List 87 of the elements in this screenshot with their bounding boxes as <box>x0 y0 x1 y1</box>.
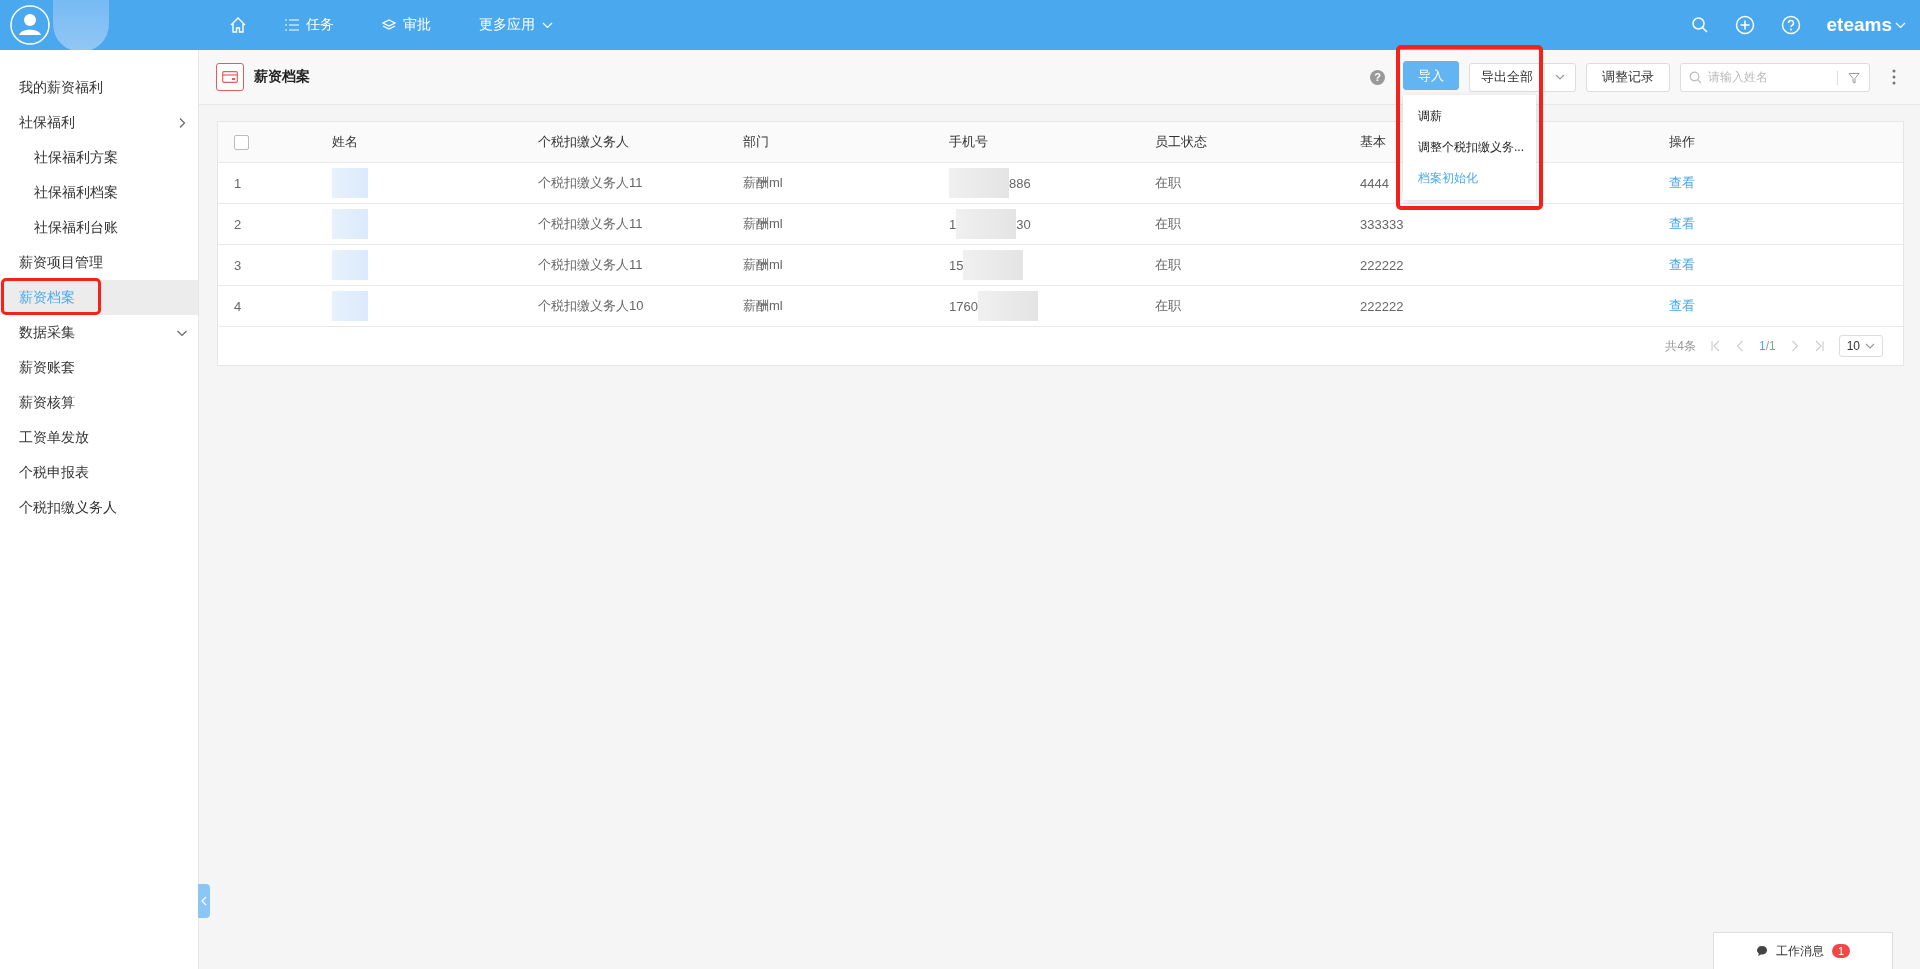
column-header: 基本 <box>1360 133 1386 151</box>
avatar-icon[interactable] <box>10 5 50 45</box>
sidebar-item[interactable]: 社保福利 <box>0 105 198 140</box>
table-cell: 个税扣缴义务人11 <box>538 215 643 233</box>
row-number: 4 <box>233 297 243 316</box>
sidebar-item[interactable]: 数据采集 <box>0 315 198 350</box>
search-icon[interactable] <box>1690 16 1709 34</box>
menu-item[interactable]: 调薪 <box>1403 101 1536 132</box>
table-cell: 在职 <box>1155 215 1181 233</box>
sidebar-item[interactable]: 个税扣缴义务人 <box>0 490 198 525</box>
row-number: 3 <box>233 256 243 275</box>
page-title: 薪资档案 <box>254 68 310 86</box>
adjust-record-button[interactable]: 调整记录 <box>1586 62 1670 92</box>
sidebar-item[interactable]: 薪资账套 <box>0 350 198 385</box>
column-header: 部门 <box>743 133 769 151</box>
column-header: 手机号 <box>949 133 988 151</box>
table-cell: 薪酬ml <box>743 215 783 233</box>
total-count: 共4条 <box>1665 337 1696 355</box>
blurred-phone <box>963 250 1024 280</box>
table-cell: 1 <box>949 216 957 232</box>
export-button[interactable]: 导出全部 <box>1470 63 1545 91</box>
sidebar-item[interactable]: 我的薪资福利 <box>0 70 198 105</box>
blurred-name <box>332 168 368 198</box>
table-cell: 222222 <box>1360 257 1404 273</box>
blurred-phone <box>956 209 1017 239</box>
blurred-phone <box>949 168 1009 198</box>
table-cell: 在职 <box>1155 174 1181 192</box>
blurred-phone <box>977 291 1038 321</box>
message-label: 工作消息 <box>1775 942 1824 960</box>
table-cell: 薪酬ml <box>743 256 783 274</box>
home-icon[interactable] <box>229 16 247 34</box>
table-cell: 222222 <box>1360 298 1404 314</box>
wallet-icon <box>216 63 244 91</box>
table-cell: 333333 <box>1360 216 1404 232</box>
table-cell: 在职 <box>1155 297 1181 315</box>
column-header: 操作 <box>1669 133 1695 151</box>
table-cell: 在职 <box>1155 256 1181 274</box>
chevron-down-icon <box>542 21 553 29</box>
blurred-name <box>332 250 368 280</box>
column-header: 个税扣缴义务人 <box>538 133 629 151</box>
sidebar-item[interactable]: 薪资项目管理 <box>0 245 198 280</box>
chevron-down-icon <box>1895 21 1906 29</box>
page-size-select[interactable]: 10 <box>1838 335 1883 357</box>
sidebar-subitem[interactable]: 社保福利方案 <box>0 140 198 175</box>
help-icon[interactable] <box>1780 15 1801 35</box>
message-bar[interactable]: 工作消息 1 <box>1713 932 1893 969</box>
last-page-icon[interactable] <box>1813 340 1824 352</box>
search-field[interactable]: 请输入姓名 <box>1680 62 1870 92</box>
search-icon <box>1689 70 1702 84</box>
page-indicator: 1/1 <box>1758 339 1776 353</box>
add-icon[interactable] <box>1734 15 1755 35</box>
sidebar-subitem[interactable]: 社保福利台账 <box>0 210 198 245</box>
sidebar-item[interactable]: 个税申报表 <box>0 455 198 490</box>
sidebar-subitem[interactable]: 社保福利档案 <box>0 175 198 210</box>
unread-count: 1 <box>1831 944 1851 958</box>
more-icon[interactable] <box>1892 69 1896 85</box>
row-number: 2 <box>233 215 243 234</box>
table-cell: 个税扣缴义务人11 <box>538 256 643 274</box>
row-number: 1 <box>233 174 243 193</box>
table-cell: 15 <box>949 257 964 273</box>
chat-icon <box>1755 945 1768 957</box>
checkbox[interactable] <box>234 134 249 150</box>
column-header: 员工状态 <box>1155 133 1207 151</box>
table-cell: 1760 <box>949 298 978 314</box>
table-cell: 薪酬ml <box>743 174 783 192</box>
table-cell: 薪酬ml <box>743 297 783 315</box>
caret-icon <box>1865 343 1875 349</box>
layers-icon <box>382 19 396 31</box>
table-cell: 个税扣缴义务人11 <box>538 174 643 192</box>
caret-icon <box>1555 74 1565 80</box>
blurred-name <box>53 0 109 52</box>
sidebar-item[interactable]: 工资单发放 <box>0 420 198 455</box>
list-icon <box>285 19 299 31</box>
prev-page-icon[interactable] <box>1735 340 1744 352</box>
next-page-icon[interactable] <box>1790 340 1799 352</box>
table-cell: 4444 <box>1360 175 1389 191</box>
table-cell: 886 <box>1009 175 1031 191</box>
collapse-handle[interactable] <box>198 884 210 918</box>
first-page-icon[interactable] <box>1710 340 1721 352</box>
sidebar-item[interactable]: 薪资核算 <box>0 385 198 420</box>
column-header: 姓名 <box>332 133 358 151</box>
filter-icon[interactable] <box>1848 71 1860 84</box>
blurred-name <box>332 291 368 321</box>
menu-item[interactable]: 调整个税扣缴义务... <box>1403 132 1536 163</box>
blurred-name <box>332 209 368 239</box>
table-cell: 30 <box>1016 216 1031 232</box>
table-cell: 个税扣缴义务人10 <box>538 297 644 315</box>
